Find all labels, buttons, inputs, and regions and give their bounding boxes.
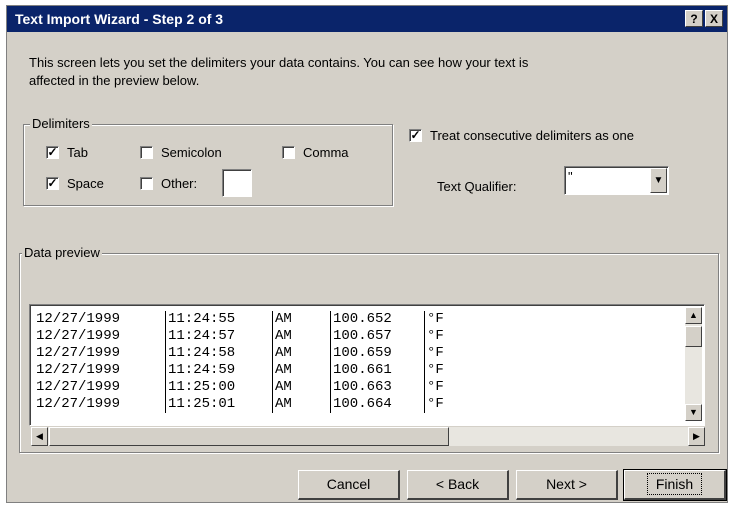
scroll-left-arrow-icon[interactable]: ◀	[31, 427, 48, 446]
vertical-scrollbar[interactable]: ▲ ▼	[685, 307, 702, 421]
preview-cell: AM	[273, 311, 331, 328]
preview-cell: 11:25:01	[166, 396, 273, 413]
scroll-right-arrow-icon[interactable]: ▶	[688, 427, 705, 446]
preview-cell: 12/27/1999	[34, 311, 166, 328]
horizontal-scrollbar[interactable]: ◀ ▶	[31, 427, 705, 446]
preview-cell: AM	[273, 379, 331, 396]
text-qualifier-value: "	[568, 169, 573, 184]
preview-cell: 100.663	[331, 379, 425, 396]
text-import-wizard-dialog: Text Import Wizard - Step 2 of 3 ? X Thi…	[6, 5, 728, 503]
title-bar[interactable]: Text Import Wizard - Step 2 of 3 ? X	[7, 6, 727, 32]
preview-cell: 100.659	[331, 345, 425, 362]
intro-text: This screen lets you set the delimiters …	[29, 55, 529, 88]
preview-row: 12/27/1999 11:24:55 AM 100.652 °F	[34, 311, 465, 328]
delimiters-group-label: Delimiters	[30, 116, 92, 131]
scroll-down-arrow-icon[interactable]: ▼	[685, 404, 702, 421]
preview-cell: 100.652	[331, 311, 425, 328]
preview-row: 12/27/1999 11:25:01 AM 100.664 °F	[34, 396, 465, 413]
cancel-button[interactable]: Cancel	[298, 470, 400, 500]
preview-cell: 100.657	[331, 328, 425, 345]
preview-cell: 12/27/1999	[34, 362, 166, 379]
preview-row: 12/27/1999 11:24:57 AM 100.657 °F	[34, 328, 465, 345]
other-delimiter-input[interactable]	[222, 169, 252, 197]
preview-cell: °F	[427, 379, 444, 395]
finish-button-label: Finish	[646, 473, 703, 495]
semicolon-check-box[interactable]	[140, 146, 153, 159]
consecutive-delimiters-checkbox[interactable]: ✓ Treat consecutive delimiters as one	[409, 128, 634, 143]
chevron-down-icon[interactable]: ▼	[650, 168, 667, 193]
comma-checkbox[interactable]: Comma	[282, 145, 349, 160]
data-preview-area[interactable]: 12/27/1999 11:24:55 AM 100.652 °F 12/27/1999 1…	[29, 304, 705, 426]
other-check-box[interactable]	[140, 177, 153, 190]
preview-cell: 12/27/1999	[34, 396, 166, 413]
preview-cell: 11:24:58	[166, 345, 273, 362]
space-checkbox[interactable]: ✓ Space	[46, 176, 104, 191]
other-label: Other:	[161, 176, 198, 191]
preview-cell: °F	[427, 311, 444, 327]
preview-cell: °F	[427, 362, 444, 378]
preview-cell: AM	[273, 345, 331, 362]
preview-cell: 11:24:57	[166, 328, 273, 345]
finish-button[interactable]: Finish	[623, 469, 727, 501]
scroll-up-arrow-icon[interactable]: ▲	[685, 307, 702, 324]
comma-check-box[interactable]	[282, 146, 295, 159]
window-title: Text Import Wizard - Step 2 of 3	[15, 11, 224, 27]
consecutive-check-box[interactable]: ✓	[409, 129, 422, 142]
preview-cell: 12/27/1999	[34, 328, 166, 345]
preview-row: 12/27/1999 11:25:00 AM 100.663 °F	[34, 379, 465, 396]
preview-cell: AM	[273, 362, 331, 379]
preview-cell: AM	[273, 396, 331, 413]
preview-cell: AM	[273, 328, 331, 345]
comma-label: Comma	[303, 145, 349, 160]
semicolon-checkbox[interactable]: Semicolon	[140, 145, 222, 160]
preview-cell: 12/27/1999	[34, 345, 166, 362]
delimiters-group: Delimiters ✓ Tab Semicolon Comma ✓ Space…	[23, 116, 393, 206]
preview-cell: 12/27/1999	[34, 379, 166, 396]
horizontal-scroll-thumb[interactable]	[49, 427, 449, 446]
text-qualifier-label: Text Qualifier:	[437, 179, 517, 194]
space-check-box[interactable]: ✓	[46, 177, 59, 190]
help-button[interactable]: ?	[685, 10, 703, 27]
preview-cell: 11:25:00	[166, 379, 273, 396]
text-qualifier-select[interactable]: " ▼	[564, 166, 669, 195]
close-button[interactable]: X	[705, 10, 723, 27]
tab-check-box[interactable]: ✓	[46, 146, 59, 159]
preview-cell: °F	[427, 396, 444, 412]
tab-label: Tab	[67, 145, 88, 160]
data-preview-group-label: Data preview	[22, 245, 102, 260]
back-button[interactable]: < Back	[407, 470, 509, 500]
preview-cell: 11:24:55	[166, 311, 273, 328]
other-checkbox[interactable]: Other:	[140, 176, 197, 191]
next-button[interactable]: Next >	[516, 470, 618, 500]
consecutive-label: Treat consecutive delimiters as one	[430, 128, 635, 143]
preview-cell: °F	[427, 345, 444, 361]
semicolon-label: Semicolon	[161, 145, 222, 160]
vertical-scroll-thumb[interactable]	[685, 326, 702, 347]
preview-cell: 100.661	[331, 362, 425, 379]
preview-cell: °F	[427, 328, 444, 344]
preview-row: 12/27/1999 11:24:59 AM 100.661 °F	[34, 362, 465, 379]
tab-checkbox[interactable]: ✓ Tab	[46, 145, 88, 160]
space-label: Space	[67, 176, 104, 191]
preview-row: 12/27/1999 11:24:58 AM 100.659 °F	[34, 345, 465, 362]
preview-rows: 12/27/1999 11:24:55 AM 100.652 °F 12/27/1999 1…	[34, 311, 465, 413]
preview-cell: 100.664	[331, 396, 425, 413]
preview-cell: 11:24:59	[166, 362, 273, 379]
